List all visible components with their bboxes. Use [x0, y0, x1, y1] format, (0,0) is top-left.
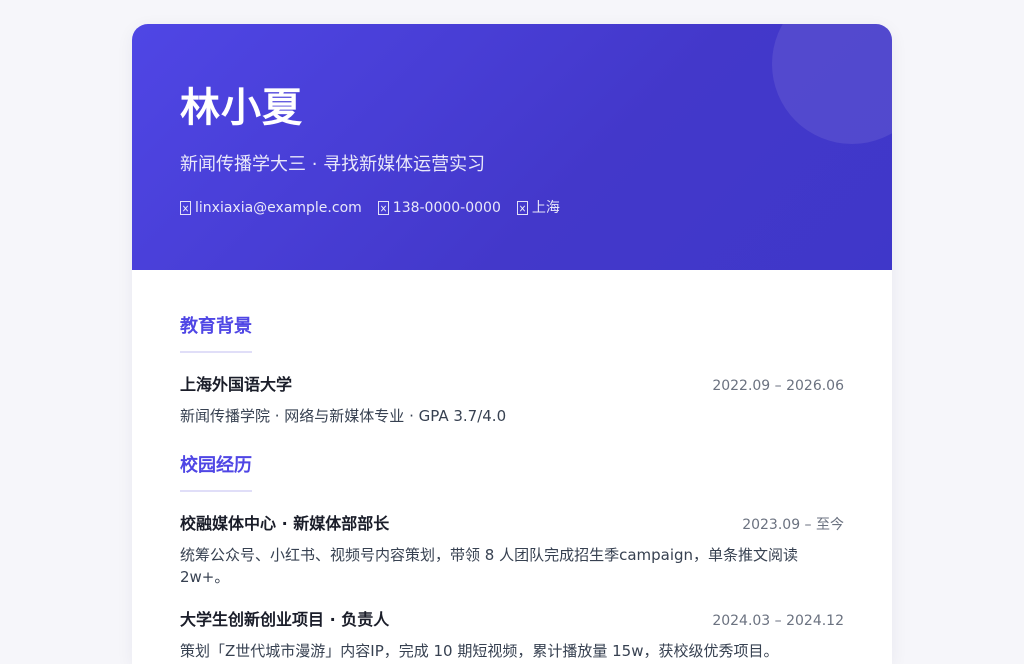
experience-entry: 大学生创新创业项目 · 负责人 2024.03 – 2024.12 策划「Z世代… [180, 608, 844, 662]
candidate-name: 林小夏 [180, 85, 303, 131]
education-section: 教育背景 上海外国语大学 2022.09 – 2026.06 新闻传播学院 · … [180, 314, 844, 427]
phone-icon [377, 201, 389, 215]
entry-header: 大学生创新创业项目 · 负责人 2024.03 – 2024.12 [180, 608, 844, 632]
contact-email-text: linxiaxia@example.com [195, 200, 362, 216]
resume-card: 林小夏 新闻传播学大三 · 寻找新媒体运营实习 linxiaxia@exampl… [132, 24, 892, 664]
entry-header: 上海外国语大学 2022.09 – 2026.06 [180, 373, 844, 397]
contact-location: 上海 [516, 198, 560, 218]
education-section-title: 教育背景 [180, 314, 252, 353]
entry-title: 校融媒体中心 · 新媒体部部长 [180, 514, 390, 533]
education-entry: 上海外国语大学 2022.09 – 2026.06 新闻传播学院 · 网络与新媒… [180, 373, 844, 427]
location-icon [516, 201, 528, 215]
email-icon [180, 201, 191, 215]
entry-title: 大学生创新创业项目 · 负责人 [180, 610, 390, 629]
experience-entry: 校融媒体中心 · 新媒体部部长 2023.09 – 至今 统筹公众号、小红书、视… [180, 512, 844, 588]
contact-list: linxiaxia@example.com 138-0000-0000 上海 [180, 198, 844, 218]
experience-section-title: 校园经历 [180, 453, 252, 492]
entry-header: 校融媒体中心 · 新媒体部部长 2023.09 – 至今 [180, 512, 844, 536]
resume-header: 林小夏 新闻传播学大三 · 寻找新媒体运营实习 linxiaxia@exampl… [132, 24, 892, 270]
entry-description: 策划「Z世代城市漫游」内容IP，完成 10 期短视频，累计播放量 15w，获校级… [180, 642, 779, 660]
contact-email[interactable]: linxiaxia@example.com [180, 198, 362, 218]
resume-body: 教育背景 上海外国语大学 2022.09 – 2026.06 新闻传播学院 · … [132, 270, 892, 662]
entry-description: 新闻传播学院 · 网络与新媒体专业 · GPA 3.7/4.0 [180, 407, 507, 425]
entry-date: 2023.09 – 至今 [742, 517, 844, 533]
entry-date: 2024.03 – 2024.12 [712, 613, 844, 629]
entry-date: 2022.09 – 2026.06 [712, 378, 844, 394]
entry-title: 上海外国语大学 [180, 375, 293, 394]
entry-description: 统筹公众号、小红书、视频号内容策划，带领 8 人团队完成招生季campaign，… [180, 546, 799, 586]
contact-location-text: 上海 [531, 200, 560, 216]
contact-phone[interactable]: 138-0000-0000 [377, 198, 501, 218]
contact-phone-text: 138-0000-0000 [392, 200, 501, 216]
candidate-tagline: 新闻传播学大三 · 寻找新媒体运营实习 [180, 154, 486, 175]
experience-section: 校园经历 校融媒体中心 · 新媒体部部长 2023.09 – 至今 统筹公众号、… [180, 453, 844, 662]
